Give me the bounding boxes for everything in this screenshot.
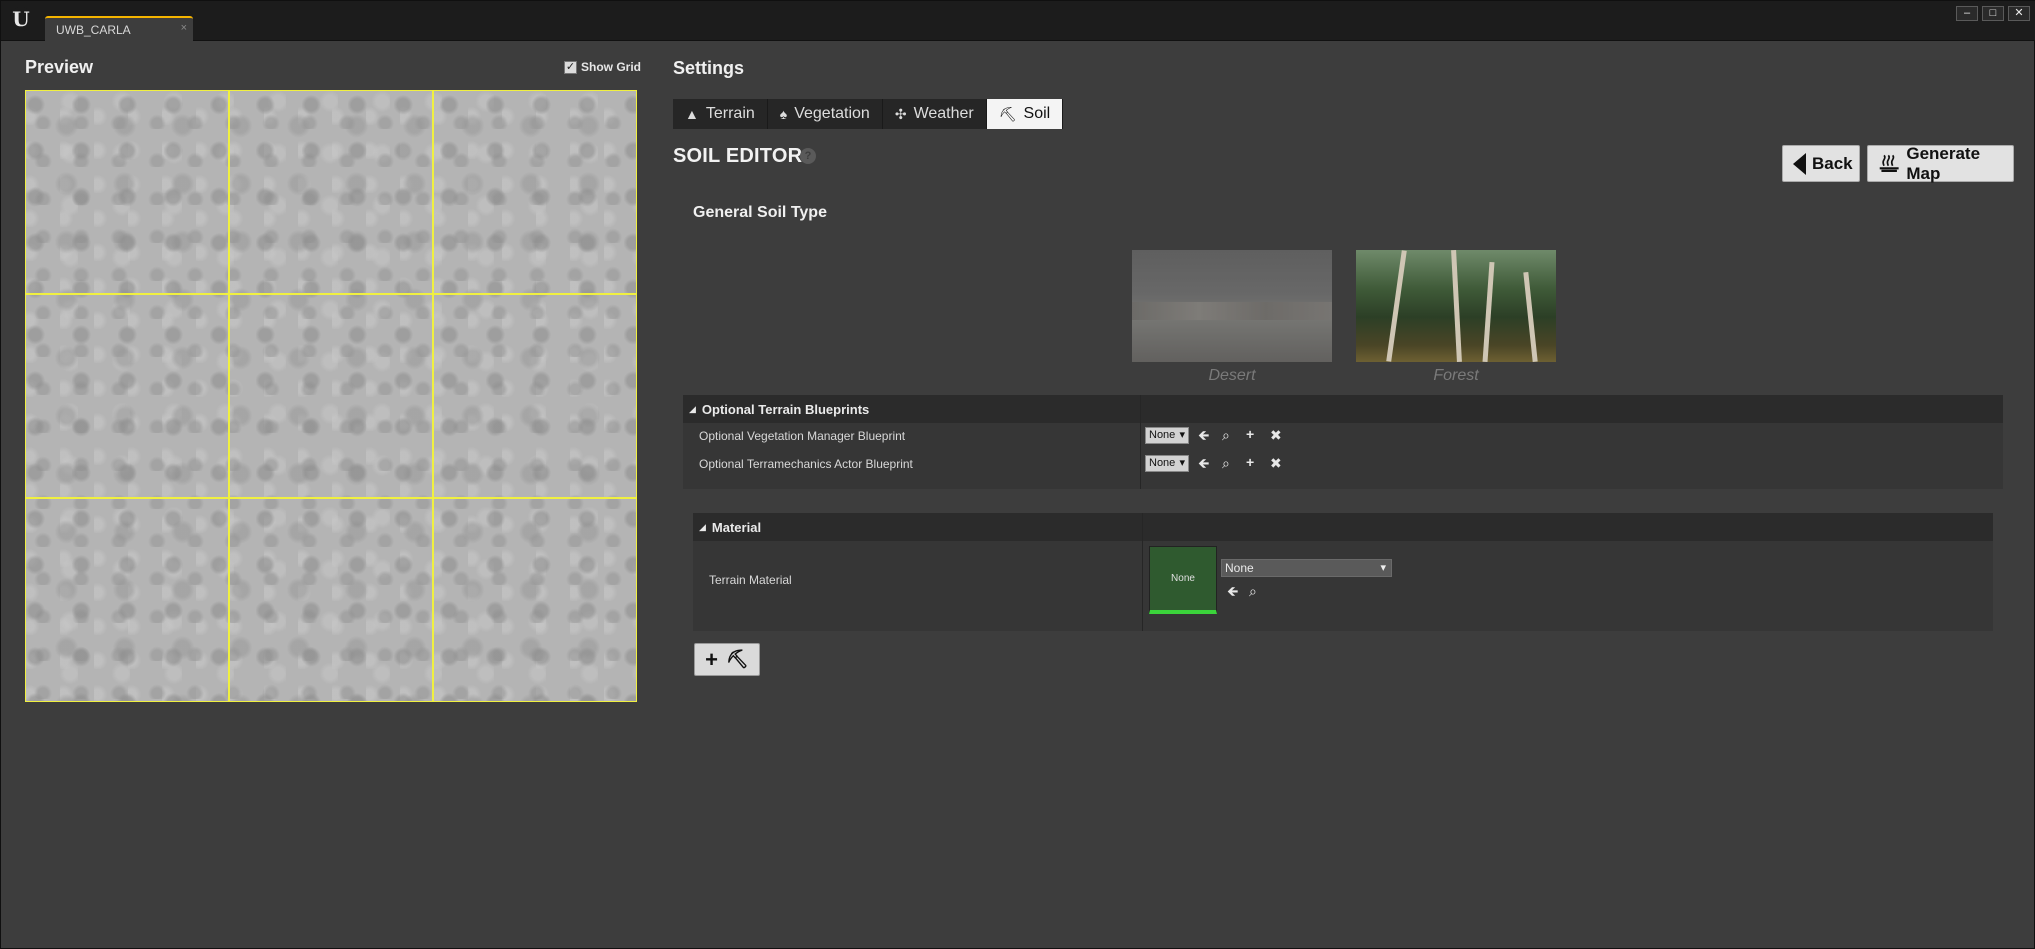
terrain-material-thumbnail[interactable]: None — [1149, 546, 1217, 614]
browse-search-icon[interactable]: ⌕ — [1222, 456, 1230, 470]
plus-icon: + — [705, 646, 718, 672]
browse-search-icon[interactable]: ⌕ — [1222, 428, 1230, 442]
use-selected-arrow-icon[interactable]: 🡸 — [1198, 428, 1209, 442]
add-plus-icon[interactable]: + — [1246, 455, 1254, 469]
general-soil-type-label: General Soil Type — [693, 204, 827, 221]
title-bar: U UWB_CARLA × – □ ✕ — [1, 1, 2035, 41]
tab-vegetation[interactable]: ♠ Vegetation — [767, 99, 883, 129]
tab-soil[interactable]: ⛏ Soil — [986, 99, 1064, 129]
grid-line-horizontal — [26, 497, 636, 499]
forest-thumbnail — [1356, 249, 1556, 363]
soil-editor-title: SOIL EDITOR — [673, 145, 803, 167]
help-icon[interactable]: ? — [800, 148, 816, 164]
use-selected-arrow-icon[interactable]: 🡸 — [1227, 584, 1238, 598]
collapse-arrow-icon: ◢ — [689, 403, 696, 414]
add-plus-icon[interactable]: + — [1246, 427, 1254, 441]
section-title: Optional Terrain Blueprints — [701, 401, 870, 417]
settings-tabs: ▲ Terrain ♠ Vegetation ✣ Weather ⛏ Soil — [673, 99, 1064, 129]
vegetation-manager-label: Optional Vegetation Manager Blueprint — [699, 429, 906, 443]
document-tab-label: UWB_CARLA — [56, 23, 131, 37]
mountain-icon: ▲ — [685, 106, 699, 122]
preview-viewport[interactable] — [25, 90, 637, 702]
material-header[interactable]: ◢ Material — [693, 513, 1993, 541]
show-grid-label: Show Grid — [581, 60, 641, 74]
show-grid-toggle[interactable]: ✓ Show Grid — [564, 60, 641, 74]
generate-map-label: Generate Map — [1906, 143, 1981, 183]
back-arrow-icon — [1793, 152, 1806, 175]
section-title: Material — [711, 519, 762, 535]
unreal-logo-icon: U — [9, 7, 33, 31]
tab-label: Vegetation — [794, 105, 870, 122]
clear-x-icon[interactable]: ✖ — [1270, 456, 1282, 470]
add-soil-button[interactable]: + ⛏ — [694, 643, 760, 676]
optional-blueprints-section: ◢ Optional Terrain Blueprints Optional V… — [683, 395, 2003, 489]
use-selected-arrow-icon[interactable]: 🡸 — [1198, 456, 1209, 470]
grid-line-horizontal — [26, 293, 636, 295]
tab-terrain[interactable]: ▲ Terrain — [673, 99, 768, 129]
show-grid-checkbox[interactable]: ✓ — [564, 60, 577, 74]
terrain-material-label: Terrain Material — [709, 573, 792, 587]
soil-option-label: Forest — [1433, 367, 1479, 384]
column-divider — [1142, 513, 1143, 631]
clear-x-icon[interactable]: ✖ — [1270, 428, 1282, 442]
soil-option-label: Desert — [1208, 367, 1256, 384]
soil-option-forest[interactable]: Forest — [1356, 249, 1556, 390]
terramechanics-actor-combo[interactable]: None — [1145, 455, 1189, 472]
close-tab-icon[interactable]: × — [181, 22, 187, 34]
tab-label: Soil — [1023, 105, 1051, 122]
generate-map-icon — [1879, 154, 1899, 172]
tab-label: Weather — [913, 105, 974, 122]
minimize-button[interactable]: – — [1956, 6, 1978, 21]
back-button[interactable]: Back — [1782, 145, 1860, 182]
back-button-label: Back — [1812, 153, 1853, 173]
app-window: U UWB_CARLA × – □ ✕ Preview ✓ Show Grid … — [0, 0, 2035, 949]
shovel-icon: ⛏ — [998, 105, 1017, 122]
terrain-material-combo[interactable]: None — [1221, 559, 1392, 577]
browse-search-icon[interactable]: ⌕ — [1249, 584, 1257, 598]
collapse-arrow-icon: ◢ — [699, 521, 706, 532]
grid-line-vertical — [432, 91, 434, 701]
preview-title: Preview — [25, 57, 94, 77]
terramechanics-actor-label: Optional Terramechanics Actor Blueprint — [699, 457, 913, 471]
generate-map-button[interactable]: Generate Map — [1867, 143, 2014, 183]
settings-title: Settings — [673, 58, 745, 78]
column-divider — [1140, 395, 1141, 489]
tab-weather[interactable]: ✣ Weather — [882, 99, 987, 129]
window-controls: – □ ✕ — [1956, 6, 2030, 21]
document-tab[interactable]: UWB_CARLA × — [45, 16, 193, 41]
soil-option-desert[interactable]: Desert — [1132, 250, 1332, 390]
shovel-icon: ⛏ — [726, 649, 749, 669]
close-window-button[interactable]: ✕ — [2008, 6, 2030, 21]
vegetation-manager-combo[interactable]: None — [1145, 427, 1189, 444]
optional-blueprints-header[interactable]: ◢ Optional Terrain Blueprints — [683, 395, 2003, 423]
weather-icon: ✣ — [894, 105, 907, 122]
grid-line-vertical — [228, 91, 230, 701]
maximize-button[interactable]: □ — [1982, 6, 2004, 21]
tab-label: Terrain — [705, 105, 755, 122]
desert-thumbnail — [1132, 250, 1332, 362]
tree-icon: ♠ — [779, 106, 788, 122]
